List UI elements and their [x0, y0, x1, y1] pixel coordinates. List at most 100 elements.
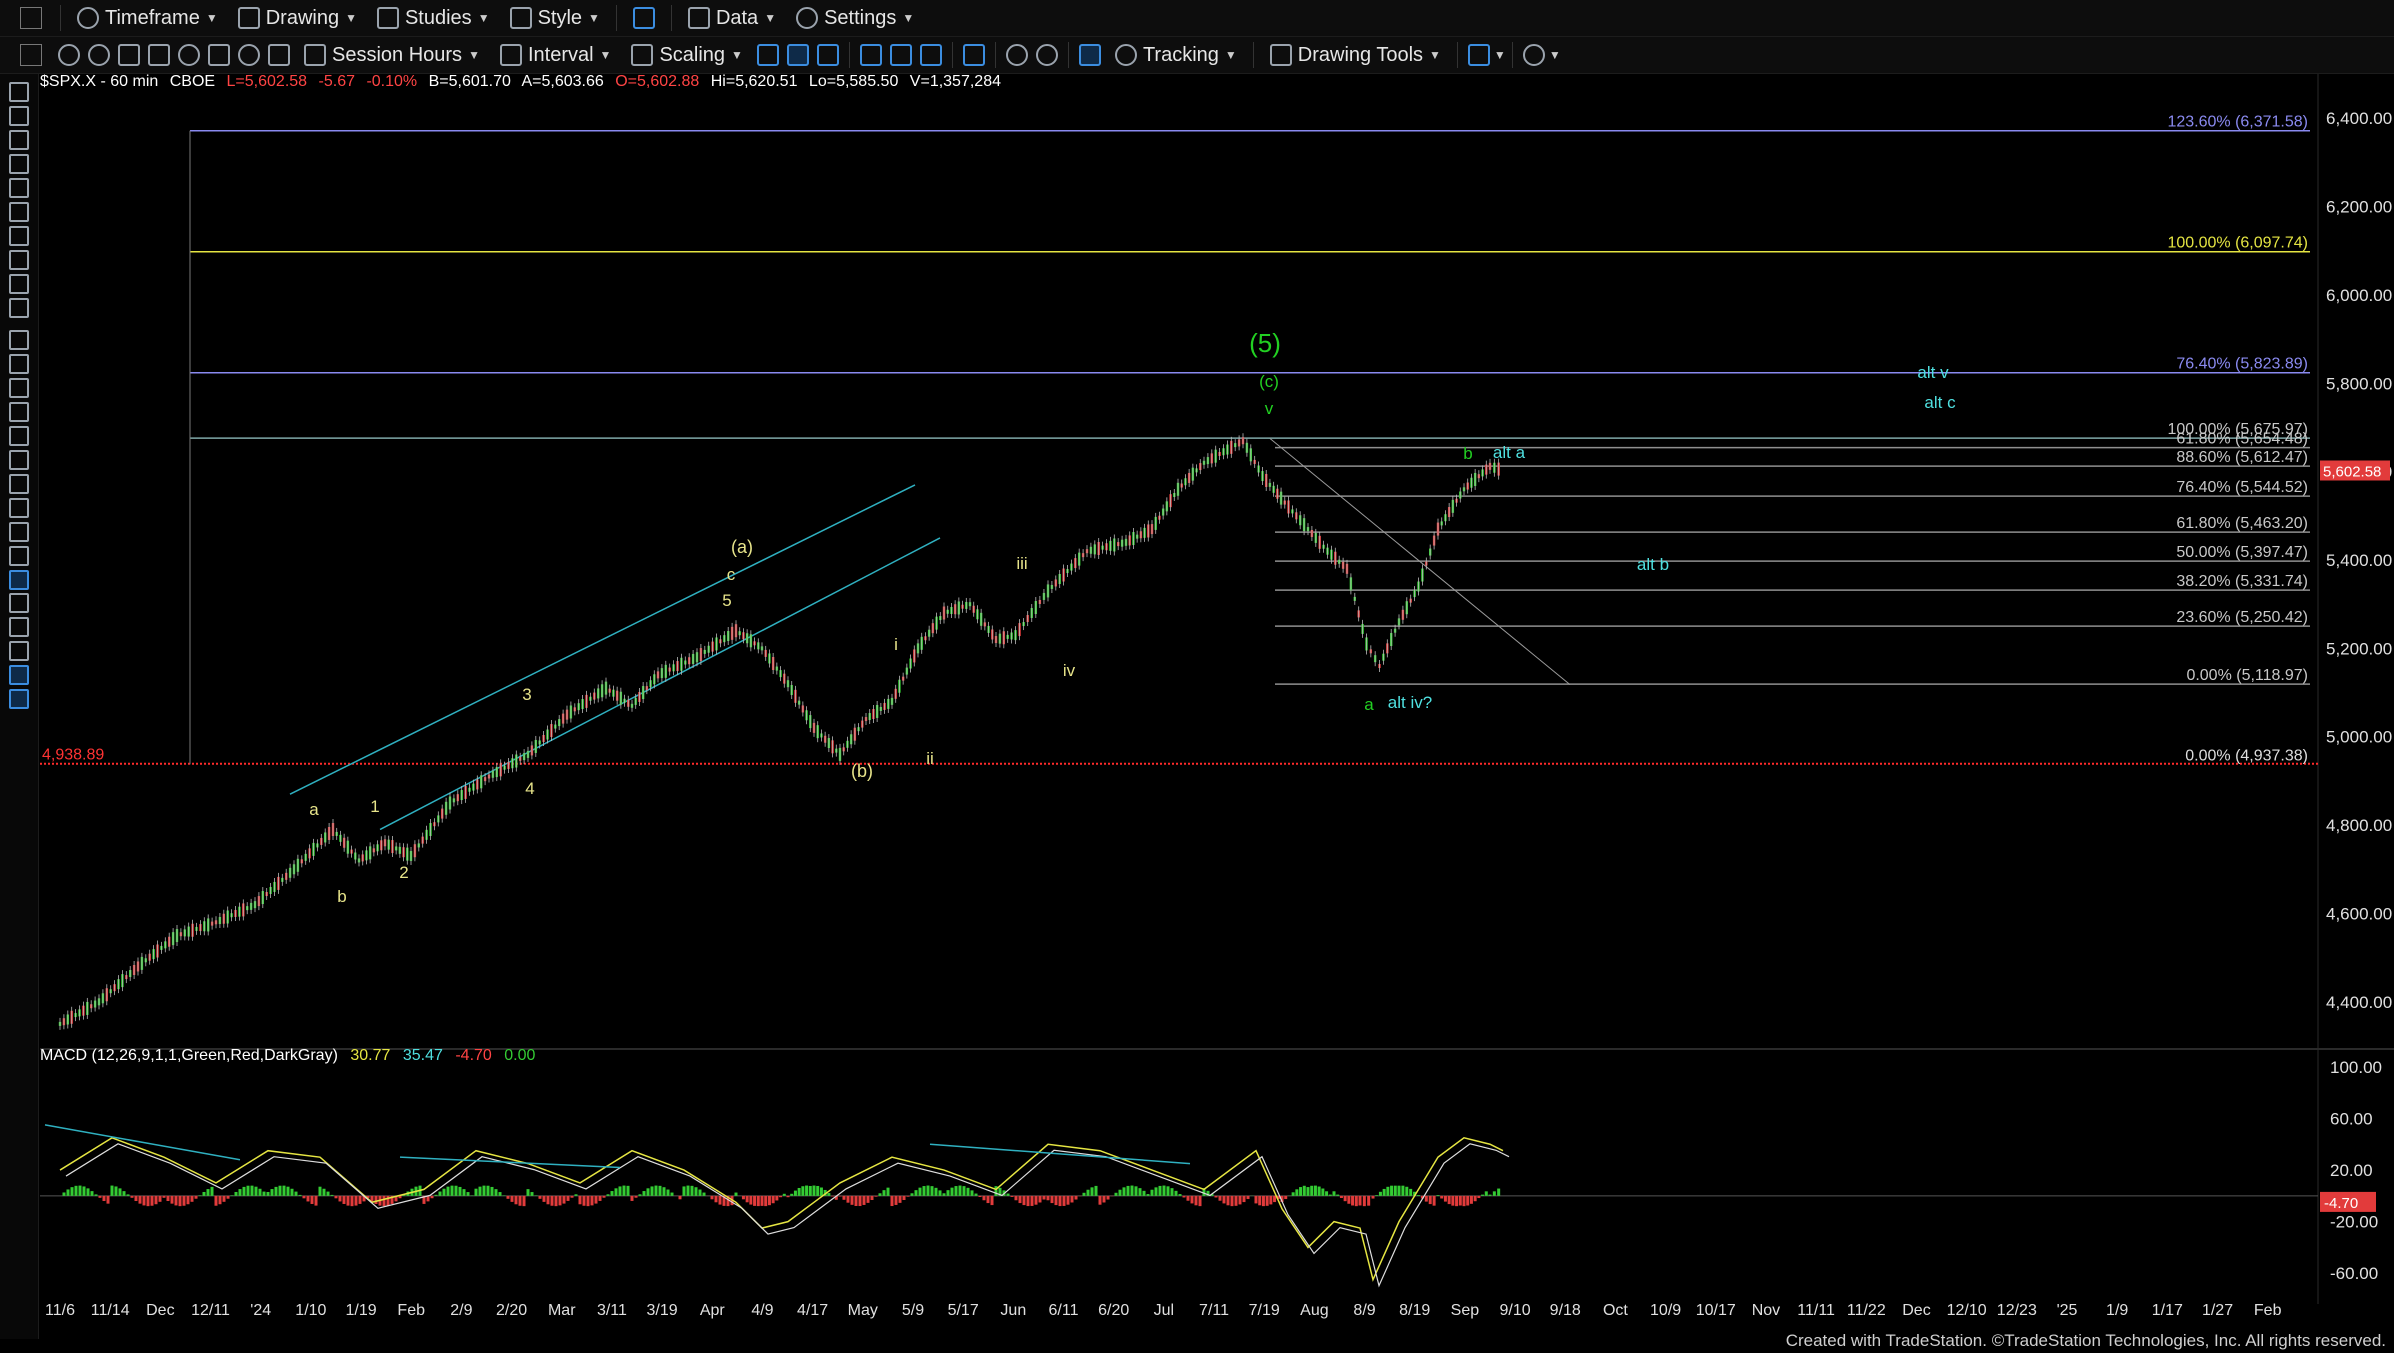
symbol-icon[interactable] — [268, 44, 290, 66]
x-tick-label: Apr — [700, 1302, 726, 1319]
macd-histogram-bar — [1018, 1195, 1022, 1204]
fib-level-label: 23.60% (5,250.42) — [2176, 609, 2308, 626]
layout-icon[interactable] — [962, 44, 985, 66]
macd-histogram-bar — [1466, 1195, 1470, 1206]
macd-histogram-bar — [1162, 1185, 1166, 1196]
toolbar-item-label: Studies — [404, 6, 472, 29]
macd-histogram-bar — [302, 1195, 306, 1199]
macd-histogram-bar — [958, 1185, 962, 1196]
zoom-in-icon[interactable] — [1005, 44, 1028, 66]
toolbar-item-studies[interactable]: Studies ▼ — [367, 2, 500, 34]
session-hours-button[interactable]: Session Hours ▼ — [294, 39, 490, 71]
macd-histogram-bar — [138, 1195, 142, 1204]
x-tick-label: 11/14 — [91, 1302, 130, 1319]
macd-histogram-bar — [578, 1195, 582, 1205]
macd-histogram-bar — [846, 1195, 850, 1203]
x-tick-label: 1/10 — [295, 1302, 326, 1319]
macd-histogram-bar — [298, 1194, 302, 1196]
macd-histogram-bar — [94, 1194, 98, 1196]
macd-histogram-bar — [574, 1194, 578, 1196]
x-tick-label: 3/19 — [647, 1302, 678, 1319]
fib-level-label: 38.20% (5,331.74) — [2176, 573, 2308, 590]
macd-histogram-bar — [478, 1186, 482, 1196]
ohlc-icon[interactable] — [816, 44, 839, 66]
grid-icon[interactable] — [1078, 44, 1101, 66]
macd-last-tag-label: -4.70 — [2324, 1195, 2358, 1212]
interval-button[interactable]: Interval ▼ — [490, 39, 621, 71]
tracking-button[interactable]: Tracking ▼ — [1105, 39, 1247, 71]
chevron-down-icon: ▼ — [468, 48, 480, 62]
macd-histogram-bar — [767, 1195, 771, 1206]
scaling-icon — [631, 44, 654, 66]
toolbar-item-timeframe[interactable]: Timeframe ▼ — [67, 2, 228, 34]
macd-histogram-bar — [638, 1194, 642, 1196]
macd-histogram-bar — [1458, 1195, 1462, 1206]
toolbar-item-data[interactable]: Data ▼ — [678, 2, 786, 34]
bar-spacing-wide-icon[interactable] — [889, 44, 912, 66]
window-icon[interactable] — [20, 44, 42, 66]
macd-histogram-bar — [1198, 1195, 1202, 1207]
y-tick-label: 6,200.00 — [2326, 198, 2392, 217]
toolbar-item-style[interactable]: Style ▼ — [500, 2, 610, 34]
search-icon[interactable] — [238, 44, 260, 66]
refresh-icon[interactable] — [88, 44, 110, 66]
calendar-icon[interactable] — [118, 44, 140, 66]
macd-histogram-bar — [771, 1195, 775, 1204]
macd-histogram-bar — [538, 1195, 542, 1199]
chevron-down-icon: ▼ — [1429, 48, 1441, 62]
macd-histogram-bar — [819, 1187, 823, 1196]
scaling-button[interactable]: Scaling ▼ — [621, 39, 753, 71]
chevron-down-icon[interactable]: ▼ — [1494, 48, 1506, 62]
macd-histogram-bar — [174, 1195, 178, 1206]
bar-spacing-icon[interactable] — [859, 44, 882, 66]
macd-histogram-bar — [250, 1185, 254, 1196]
toolbar-item-settings[interactable]: Settings ▼ — [786, 2, 924, 34]
save-icon[interactable] — [208, 44, 230, 66]
last-price: L=5,602.58 — [226, 73, 308, 90]
macd-histogram-bar — [966, 1187, 970, 1196]
macd-histogram-bar — [942, 1193, 946, 1196]
macd-histogram-bar — [749, 1195, 753, 1205]
filter-icon[interactable] — [148, 44, 170, 66]
macd-histogram-bar — [186, 1195, 190, 1205]
zoom-icon[interactable] — [58, 44, 80, 66]
y-tick-label: 4,400.00 — [2326, 993, 2392, 1012]
fib-level-label: 76.40% (5,544.52) — [2176, 479, 2308, 496]
fit-icon[interactable] — [919, 44, 942, 66]
chevron-down-icon[interactable]: ▼ — [1549, 48, 1561, 62]
candlestick-icon[interactable] — [786, 44, 809, 66]
macd-histogram-bar — [710, 1195, 714, 1200]
bar-chart-icon[interactable] — [756, 44, 779, 66]
macd-histogram-bar — [510, 1195, 514, 1202]
macd-histogram-bar — [962, 1186, 966, 1196]
macd-histogram-bar — [1146, 1194, 1150, 1196]
x-tick-label: 1/19 — [345, 1302, 376, 1319]
macd-histogram-bar — [582, 1195, 586, 1206]
window-menu-icon[interactable] — [20, 7, 42, 29]
macd-histogram-bar — [1086, 1189, 1090, 1196]
macd-histogram-bar — [858, 1195, 862, 1207]
macd-histogram-bar — [590, 1195, 594, 1206]
zoom-out-icon[interactable] — [1035, 44, 1058, 66]
toolbar-item-drawing[interactable]: Drawing ▼ — [228, 2, 367, 34]
macd-histogram-bar — [698, 1189, 702, 1196]
macd-histogram-bar — [178, 1195, 182, 1207]
chevron-down-icon: ▼ — [588, 11, 600, 25]
macd-histogram-bar — [741, 1195, 745, 1200]
x-tick-label: 5/9 — [902, 1302, 924, 1319]
macd-histogram-bar — [646, 1188, 650, 1196]
macd-histogram-bar — [630, 1195, 634, 1201]
macd-histogram-bar — [1070, 1195, 1074, 1203]
macd-histogram-bar — [1484, 1191, 1488, 1196]
chat-icon[interactable] — [1522, 44, 1545, 66]
toolbar-item-layout[interactable] — [623, 2, 665, 34]
price-chart[interactable]: 6,400.006,200.006,000.005,800.005,600.00… — [0, 74, 2394, 1339]
x-tick-label: Nov — [1752, 1302, 1780, 1319]
x-tick-label: 2/20 — [496, 1302, 527, 1319]
trend-icon[interactable] — [1467, 44, 1490, 66]
wave-label: (5) — [1249, 328, 1281, 358]
chevron-down-icon: ▼ — [764, 11, 777, 25]
macd-histogram-bar — [1367, 1195, 1371, 1206]
drawing-tools-button[interactable]: Drawing Tools ▼ — [1260, 39, 1451, 71]
link-icon[interactable] — [178, 44, 200, 66]
